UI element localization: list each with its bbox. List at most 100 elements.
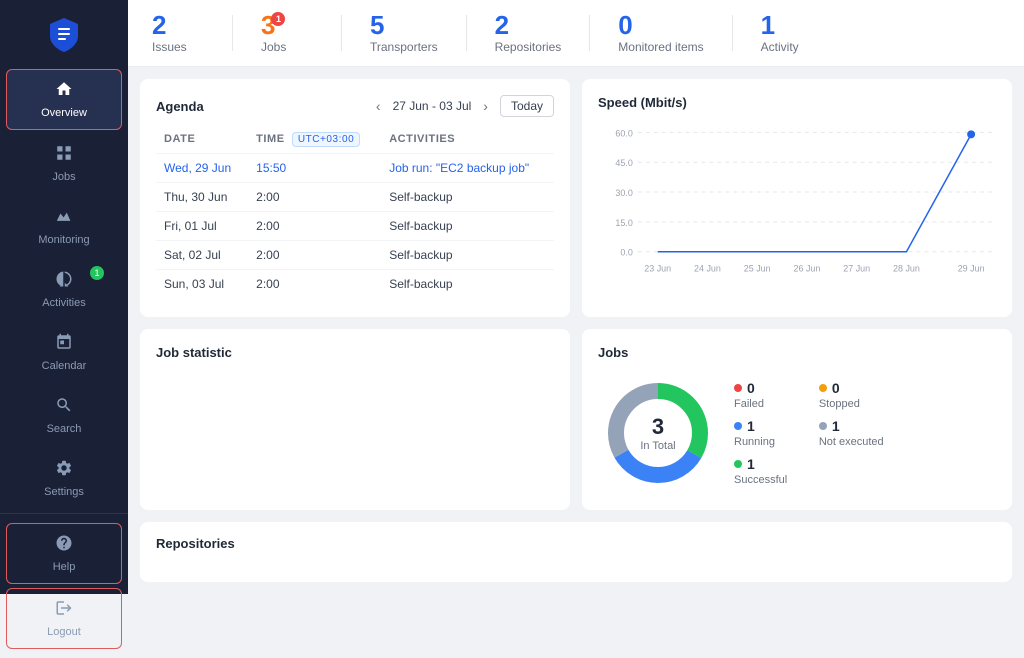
- sidebar-item-calendar[interactable]: Calendar: [6, 323, 122, 382]
- stat-activity: 1 Activity: [761, 12, 841, 54]
- stat-activity-number: 1: [761, 12, 775, 38]
- stat-issues: 2 Issues: [152, 12, 232, 54]
- stat-divider-4: [589, 15, 590, 51]
- sidebar-bottom: Help Logout: [0, 513, 128, 658]
- svg-text:27 Jun: 27 Jun: [843, 264, 870, 274]
- sidebar-item-jobs-label: Jobs: [52, 171, 75, 183]
- stopped-dot: [819, 384, 827, 392]
- cell-activity: Self-backup: [381, 212, 554, 241]
- sidebar-item-help[interactable]: Help: [6, 523, 122, 584]
- legend-not-executed: 1 Not executed: [819, 418, 884, 448]
- successful-label: Successful: [734, 474, 799, 486]
- stat-activity-label: Activity: [761, 40, 799, 54]
- svg-text:0.0: 0.0: [620, 248, 632, 258]
- cell-date: Sun, 03 Jul: [156, 270, 248, 299]
- svg-text:25 Jun: 25 Jun: [744, 264, 771, 274]
- col-date: DATE: [156, 129, 248, 154]
- activities-icon: [55, 270, 73, 293]
- sidebar-item-calendar-label: Calendar: [42, 360, 87, 372]
- logout-icon: [55, 599, 73, 622]
- help-icon: [55, 534, 73, 557]
- legend-running: 1 Running: [734, 418, 799, 448]
- stat-monitored-label: Monitored items: [618, 40, 703, 54]
- sidebar-item-search[interactable]: Search: [6, 386, 122, 445]
- svg-text:60.0: 60.0: [615, 128, 632, 138]
- donut-container: 3 In Total: [598, 373, 718, 493]
- logo: [0, 0, 128, 64]
- not-executed-label: Not executed: [819, 436, 884, 448]
- svg-text:26 Jun: 26 Jun: [794, 264, 821, 274]
- stat-issues-number: 2: [152, 12, 166, 38]
- col-activities: ACTIVITIES: [381, 129, 554, 154]
- cell-time: 2:00: [248, 183, 381, 212]
- agenda-next-button[interactable]: ›: [479, 96, 492, 116]
- sidebar-item-logout[interactable]: Logout: [6, 588, 122, 649]
- sidebar-item-monitoring-label: Monitoring: [38, 234, 89, 246]
- jobs-title: Jobs: [598, 345, 996, 360]
- col-time: TIME UTC+03:00: [248, 129, 381, 154]
- sidebar-item-overview-label: Overview: [41, 107, 87, 119]
- stat-transporters: 5 Transporters: [370, 12, 466, 54]
- svg-text:15.0: 15.0: [615, 218, 632, 228]
- cell-date: Fri, 01 Jul: [156, 212, 248, 241]
- stat-divider-3: [466, 15, 467, 51]
- table-row: Sun, 03 Jul 2:00 Self-backup: [156, 270, 554, 299]
- stat-repositories-number: 2: [495, 12, 509, 38]
- successful-count: 1: [747, 456, 755, 472]
- sidebar-item-help-label: Help: [53, 561, 76, 573]
- agenda-prev-button[interactable]: ‹: [372, 96, 385, 116]
- monitoring-icon: [55, 207, 73, 230]
- speed-chart-area: 60.0 45.0 30.0 15.0 0.0 23 Jun 24 Jun 25…: [598, 122, 996, 282]
- cell-activity: Self-backup: [381, 270, 554, 299]
- agenda-table: DATE TIME UTC+03:00 ACTIVITIES Wed, 29 J…: [156, 129, 554, 298]
- stat-jobs-label: Jobs: [261, 40, 286, 54]
- stat-monitored-number: 0: [618, 12, 632, 38]
- sidebar-item-search-label: Search: [47, 423, 82, 435]
- timezone-badge: UTC+03:00: [292, 132, 360, 147]
- svg-text:28 Jun: 28 Jun: [893, 264, 920, 274]
- running-count: 1: [747, 418, 755, 434]
- repositories-title: Repositories: [156, 536, 996, 551]
- settings-icon: [55, 459, 73, 482]
- svg-text:30.0: 30.0: [615, 188, 632, 198]
- search-icon: [55, 396, 73, 419]
- not-executed-count: 1: [832, 418, 840, 434]
- table-row: Sat, 02 Jul 2:00 Self-backup: [156, 241, 554, 270]
- sidebar-item-settings[interactable]: Settings: [6, 449, 122, 508]
- svg-text:24 Jun: 24 Jun: [694, 264, 721, 274]
- table-row: Wed, 29 Jun 15:50 Job run: "EC2 backup j…: [156, 154, 554, 183]
- sidebar-item-jobs[interactable]: Jobs: [6, 134, 122, 193]
- jobs-icon: [55, 144, 73, 167]
- failed-label: Failed: [734, 398, 799, 410]
- stat-divider-2: [341, 15, 342, 51]
- agenda-title: Agenda: [156, 99, 204, 114]
- stat-jobs-number: 3 1: [261, 12, 275, 38]
- cell-time: 2:00: [248, 241, 381, 270]
- agenda-range: 27 Jun - 03 Jul: [393, 99, 472, 113]
- sidebar: Overview Jobs Monitoring 1 Activities: [0, 0, 128, 594]
- svg-text:45.0: 45.0: [615, 158, 632, 168]
- jobs-legend: 0 Failed 0 Stopped 1: [734, 380, 884, 486]
- stat-jobs: 3 1 Jobs: [261, 12, 341, 54]
- stat-divider-5: [732, 15, 733, 51]
- sidebar-item-overview[interactable]: Overview: [6, 69, 122, 130]
- speed-title: Speed (Mbit/s): [598, 95, 996, 110]
- cell-time: 15:50: [248, 154, 381, 183]
- activities-badge: 1: [90, 266, 104, 280]
- main-content: 2 Issues 3 1 Jobs 5 Transporters 2 Repos…: [128, 0, 1024, 594]
- home-icon: [55, 80, 73, 103]
- donut-number: 3: [640, 414, 675, 440]
- agenda-card: Agenda ‹ 27 Jun - 03 Jul › Today DATE TI…: [140, 79, 570, 317]
- sidebar-item-activities[interactable]: 1 Activities: [6, 260, 122, 319]
- repositories-card: Repositories: [140, 522, 1012, 582]
- sidebar-nav: Overview Jobs Monitoring 1 Activities: [0, 64, 128, 513]
- jobs-card: Jobs 3 In Total: [582, 329, 1012, 511]
- cell-date: Thu, 30 Jun: [156, 183, 248, 212]
- job-statistic-card: Job statistic: [140, 329, 570, 511]
- sidebar-item-monitoring[interactable]: Monitoring: [6, 197, 122, 256]
- today-button[interactable]: Today: [500, 95, 554, 117]
- jobs-notification-badge: 1: [271, 12, 285, 26]
- cell-activity: Job run: "EC2 backup job": [381, 154, 554, 183]
- calendar-icon: [55, 333, 73, 356]
- stat-issues-label: Issues: [152, 40, 187, 54]
